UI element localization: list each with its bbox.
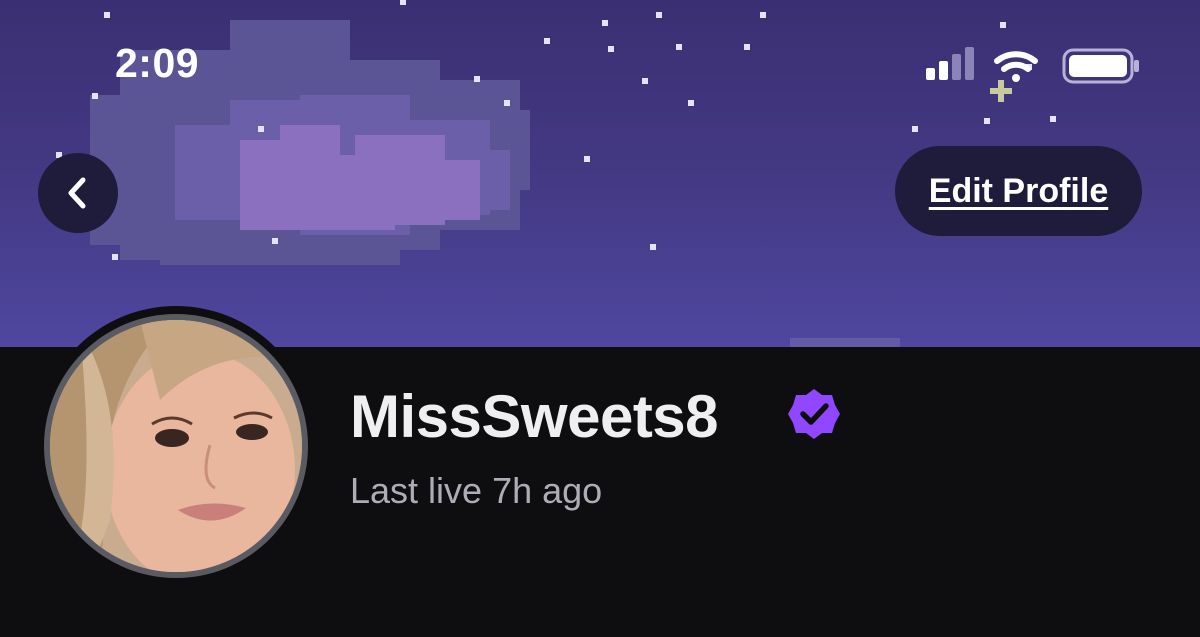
channel-name: MissSweets8 xyxy=(350,383,719,450)
status-bar-time: 2:09 xyxy=(115,40,200,86)
verified-badge-icon xyxy=(787,387,841,441)
profile-screen: 2:09 Edit Profile MissSweets8 Last live … xyxy=(0,0,1200,637)
avatar-photo xyxy=(50,320,302,572)
last-live-text: Last live 7h ago xyxy=(350,470,603,511)
avatar[interactable] xyxy=(36,306,316,586)
cellular-signal-icon xyxy=(926,47,974,80)
edit-profile-button[interactable]: Edit Profile xyxy=(895,146,1142,236)
back-button[interactable] xyxy=(38,153,118,233)
chevron-left-icon xyxy=(68,177,86,209)
wifi-icon xyxy=(994,51,1038,82)
status-bar-icons xyxy=(924,44,1144,88)
avatar-ring xyxy=(44,314,308,578)
edit-profile-label: Edit Profile xyxy=(928,171,1109,210)
battery-icon xyxy=(1062,48,1139,84)
